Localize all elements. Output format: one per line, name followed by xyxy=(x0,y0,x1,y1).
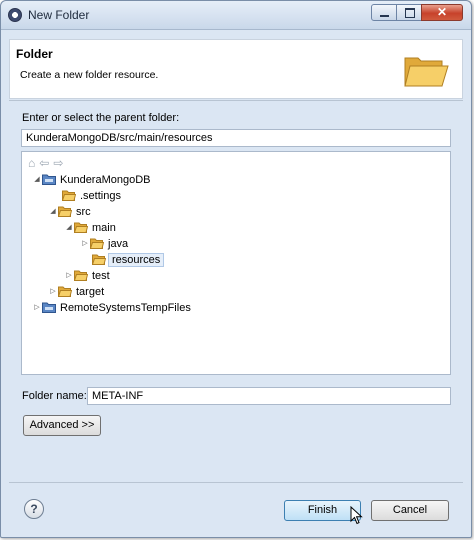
parent-folder-input[interactable] xyxy=(21,129,451,147)
tree-item-label: resources xyxy=(108,253,165,267)
tree-item-selected[interactable]: resources xyxy=(82,252,165,268)
footer-separator xyxy=(9,482,463,483)
close-button[interactable]: ✕ xyxy=(421,4,463,21)
tree-item[interactable]: ▷ java xyxy=(80,236,128,252)
folder-name-input[interactable] xyxy=(87,387,451,405)
mouse-pointer-icon xyxy=(350,506,363,525)
tree-item-label: KunderaMongoDB xyxy=(60,174,151,186)
folder-icon xyxy=(58,286,72,297)
help-button[interactable]: ? xyxy=(24,499,44,519)
advanced-button[interactable]: Advanced >> xyxy=(23,415,101,436)
home-icon[interactable]: ⌂ xyxy=(28,156,35,170)
tree-item-label: main xyxy=(92,222,116,234)
folder-name-label: Folder name: xyxy=(22,390,87,402)
expand-toggle[interactable]: ◢ xyxy=(64,220,74,236)
tree-item[interactable]: ▷ test xyxy=(64,268,110,284)
header-separator xyxy=(9,100,463,101)
forward-icon[interactable]: ⇨ xyxy=(53,156,63,170)
close-icon: ✕ xyxy=(436,5,448,19)
tree-item[interactable]: ▷ RemoteSystemsTempFiles xyxy=(32,300,191,316)
folder-icon xyxy=(92,254,106,265)
expand-toggle[interactable]: ▷ xyxy=(80,236,90,252)
tree-item[interactable]: ◢ main xyxy=(64,220,116,236)
tree-item-label: test xyxy=(92,270,110,282)
expand-toggle[interactable]: ◢ xyxy=(32,172,42,188)
open-folder-icon xyxy=(404,57,449,87)
folder-icon xyxy=(74,222,88,233)
title-bar: New Folder ✕ xyxy=(1,1,471,30)
maximize-button[interactable] xyxy=(396,4,422,21)
minimize-icon xyxy=(380,15,389,17)
wizard-title: Folder xyxy=(16,47,53,61)
tree-item-label: RemoteSystemsTempFiles xyxy=(60,302,191,314)
tree-item-label: .settings xyxy=(80,190,121,202)
tree-item[interactable]: ▷ target xyxy=(48,284,104,300)
tree-item[interactable]: ◢ src xyxy=(48,204,91,220)
project-folder-icon xyxy=(42,174,56,185)
folder-icon xyxy=(58,206,72,217)
new-folder-dialog: New Folder ✕ Folder Create a new folder … xyxy=(0,0,472,538)
tree-nav: ⌂ ⇦ ⇨ xyxy=(28,156,67,170)
maximize-icon xyxy=(405,8,415,18)
parent-folder-label: Enter or select the parent folder: xyxy=(22,112,180,124)
expand-toggle[interactable]: ▷ xyxy=(32,300,42,316)
expand-toggle[interactable]: ▷ xyxy=(48,284,58,300)
folder-icon xyxy=(74,270,88,281)
folder-tree[interactable]: ⌂ ⇦ ⇨ ◢ KunderaMongoDB .settings ◢ src ◢ main… xyxy=(21,151,451,375)
tree-item-label: java xyxy=(108,238,129,250)
folder-icon xyxy=(62,190,76,201)
wizard-header: Folder Create a new folder resource. xyxy=(9,39,463,99)
back-icon[interactable]: ⇦ xyxy=(39,156,49,170)
eclipse-icon xyxy=(8,8,22,22)
tree-item[interactable]: ◢ KunderaMongoDB xyxy=(32,172,151,188)
tree-item-label: target xyxy=(76,286,105,298)
expand-toggle[interactable]: ▷ xyxy=(64,268,74,284)
minimize-button[interactable] xyxy=(371,4,397,21)
cancel-button[interactable]: Cancel xyxy=(371,500,449,521)
project-folder-icon xyxy=(42,302,56,313)
expand-toggle[interactable]: ◢ xyxy=(48,204,58,220)
window-title: New Folder xyxy=(28,8,90,22)
wizard-description: Create a new folder resource. xyxy=(20,69,159,81)
folder-icon xyxy=(90,238,104,249)
tree-item-label: src xyxy=(76,206,91,218)
tree-item[interactable]: .settings xyxy=(52,188,121,204)
